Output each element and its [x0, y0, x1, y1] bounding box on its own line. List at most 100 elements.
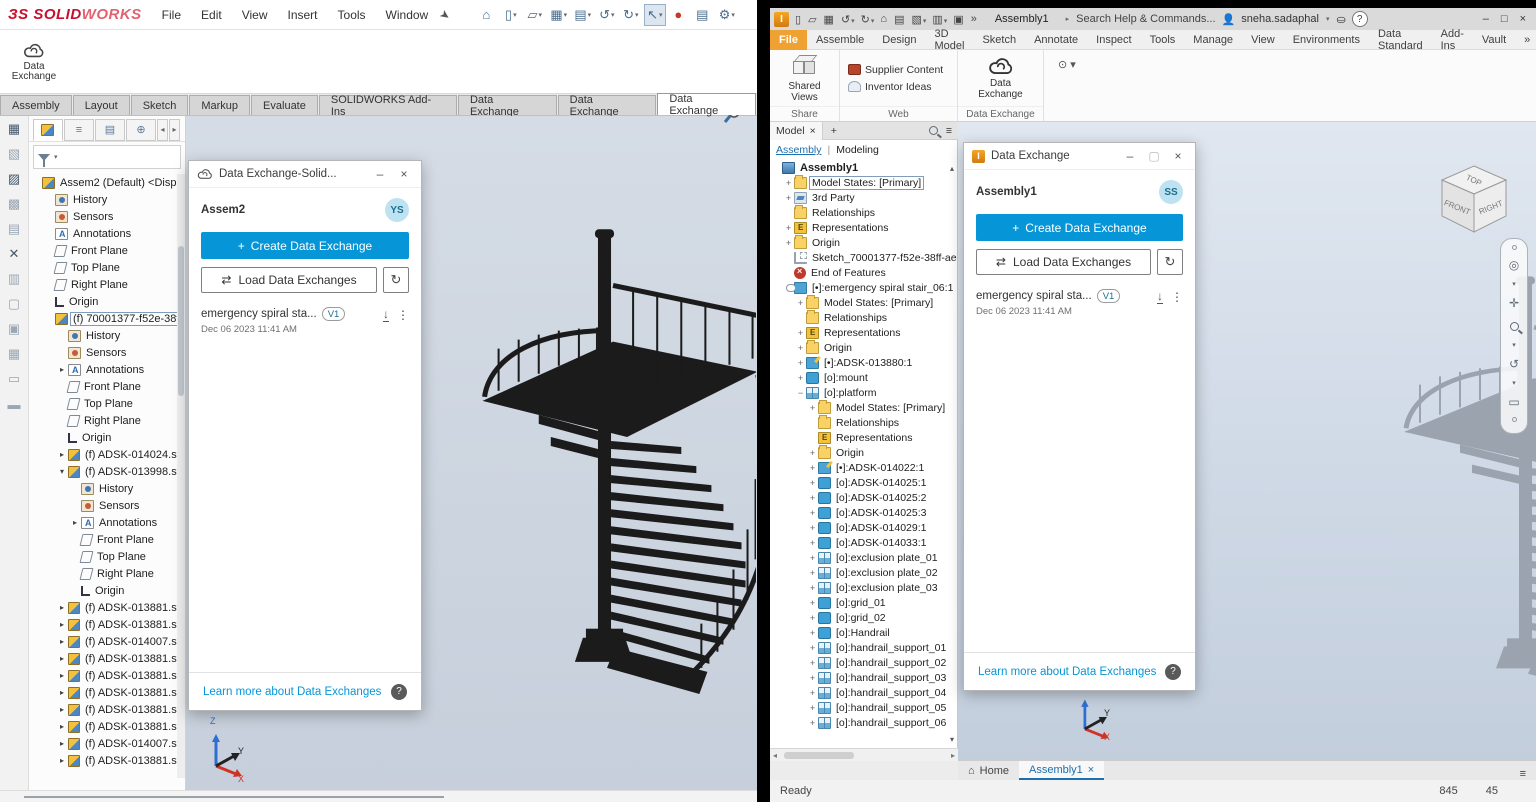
- tree-item[interactable]: Sketch_70001377-f52e-38ff-ae29-c2: [770, 250, 957, 265]
- save-icon[interactable]: ▦: [824, 13, 836, 26]
- user-avatar[interactable]: SS: [1159, 180, 1183, 204]
- tree-item[interactable]: +[o]:exclusion plate_02: [770, 565, 957, 580]
- command-tab[interactable]: Data Exchange: [458, 95, 557, 115]
- pan-icon[interactable]: ✛: [1509, 295, 1519, 311]
- new-document-icon[interactable]: ▯: [795, 13, 803, 26]
- tree-item[interactable]: +[•]:ADSK-013880:1: [770, 355, 957, 370]
- command-tab[interactable]: Evaluate: [251, 95, 318, 115]
- add-browser-icon[interactable]: +: [823, 125, 845, 137]
- store-icon[interactable]: ⛀: [1336, 13, 1345, 26]
- tree-item[interactable]: +Model States: [Primary]: [770, 295, 957, 310]
- help-icon[interactable]: ?: [1352, 11, 1368, 27]
- tree-item[interactable]: +[o]:grid_02: [770, 610, 957, 625]
- tree-item[interactable]: ▾(f) ADSK-013998.stp<1: [29, 463, 177, 480]
- tree-item[interactable]: ▸(f) ADSK-014007.st: [29, 633, 177, 650]
- ribbon-tab[interactable]: 3D Model: [926, 30, 974, 50]
- panel-header[interactable]: Data Exchange-Solid... – ×: [189, 161, 421, 188]
- tree-item[interactable]: History: [29, 327, 177, 344]
- data-exchange-button[interactable]: Data Exchange: [6, 34, 62, 90]
- hamburger-menu-icon[interactable]: ≡: [946, 125, 952, 137]
- search-help-field[interactable]: Search Help & Commands...: [1076, 13, 1215, 25]
- component-icon[interactable]: ▧: [4, 145, 24, 163]
- tabs-scroll-right-icon[interactable]: ▸: [169, 119, 180, 141]
- ribbon-tab[interactable]: Manage: [1184, 30, 1242, 50]
- tree-item[interactable]: ▸Annotations: [29, 361, 177, 378]
- exchange-list-item[interactable]: emergency spiral sta...V1 Dec 06 2023 11…: [976, 289, 1183, 317]
- tree-item[interactable]: +[o]:ADSK-014025:3: [770, 505, 957, 520]
- zoom-icon[interactable]: [1510, 318, 1519, 334]
- tree-item[interactable]: History: [29, 480, 177, 497]
- tree-item[interactable]: ▸(f) ADSK-014007.st: [29, 735, 177, 752]
- learn-more-link[interactable]: Learn more about Data Exchanges: [203, 686, 381, 698]
- kebab-menu-icon[interactable]: ⋮: [397, 308, 409, 322]
- create-data-exchange-button[interactable]: +Create Data Exchange: [201, 232, 409, 259]
- ribbon-tab[interactable]: Tools: [1141, 30, 1185, 50]
- tree-item[interactable]: ▸(f) ADSK-013881.st: [29, 684, 177, 701]
- command-tab[interactable]: Data Exchange: [657, 93, 756, 115]
- pin-icon[interactable]: ➤: [437, 6, 453, 23]
- tree-item[interactable]: Front Plane: [29, 378, 177, 395]
- tree-item[interactable]: Relationships: [770, 205, 957, 220]
- tree-item[interactable]: +Model States: [Primary]: [770, 400, 957, 415]
- refresh-button[interactable]: ↻: [1157, 249, 1183, 275]
- tree-item[interactable]: Top Plane: [29, 259, 177, 276]
- tree-item[interactable]: ▸(f) ADSK-013881.st: [29, 701, 177, 718]
- command-tab[interactable]: Data Exchange: [558, 95, 657, 115]
- task-pane-icon[interactable]: ▤: [692, 4, 714, 26]
- tree-filter[interactable]: ▾: [33, 145, 181, 169]
- tree-item[interactable]: ▸(f) ADSK-013881.st: [29, 650, 177, 667]
- tabs-scroll-left-icon[interactable]: ◂: [157, 119, 168, 141]
- exchange-list-item[interactable]: emergency spiral sta...V1 Dec 06 2023 11…: [201, 307, 409, 335]
- help-icon[interactable]: ?: [1165, 664, 1181, 680]
- menu-item[interactable]: File: [162, 8, 181, 22]
- navigation-wheel-icon[interactable]: ◎: [1509, 257, 1519, 273]
- undo-icon[interactable]: ↺▾: [841, 13, 856, 26]
- inventor-logo[interactable]: I: [774, 12, 789, 27]
- ribbon-tab[interactable]: Data Standard: [1369, 30, 1432, 50]
- exchange-name[interactable]: emergency spiral sta...: [201, 308, 317, 320]
- help-icon[interactable]: ?: [391, 684, 407, 700]
- open-icon[interactable]: ▱▾: [524, 4, 546, 26]
- tree-item[interactable]: +[o]:ADSK-014025:1: [770, 475, 957, 490]
- command-tab[interactable]: Markup: [189, 95, 250, 115]
- ribbon-tab[interactable]: Annotate: [1025, 30, 1087, 50]
- data-exchange-button[interactable]: Data Exchange: [972, 56, 1030, 101]
- tree-item[interactable]: Right Plane: [29, 412, 177, 429]
- tree-item[interactable]: +[o]:handrail_support_06: [770, 715, 957, 730]
- pattern-icon[interactable]: ▤: [4, 220, 24, 238]
- signed-in-user[interactable]: sneha.sadaphal: [1241, 13, 1319, 25]
- load-data-exchanges-button[interactable]: ⇄Load Data Exchanges: [201, 267, 377, 293]
- undo-icon[interactable]: ↺▾: [596, 4, 618, 26]
- feature-icon[interactable]: ▨: [4, 170, 24, 188]
- minimize-icon[interactable]: –: [1121, 149, 1139, 163]
- tree-item[interactable]: ▸(f) ADSK-013881.st: [29, 667, 177, 684]
- tree-item[interactable]: Relationships: [770, 310, 957, 325]
- exploded-view-icon[interactable]: ▦: [4, 345, 24, 363]
- browser-view-modeling[interactable]: Modeling: [836, 144, 879, 156]
- ribbon-tab[interactable]: Sketch: [973, 30, 1025, 50]
- tree-item[interactable]: +[o]:handrail_support_04: [770, 685, 957, 700]
- ribbon-tab[interactable]: Environments: [1284, 30, 1369, 50]
- ribbon-tab[interactable]: »: [1515, 30, 1536, 50]
- look-at-icon[interactable]: ▭: [1508, 394, 1519, 410]
- appearance-icon[interactable]: ▥▾: [932, 13, 948, 26]
- tree-item[interactable]: +Representations: [770, 220, 957, 235]
- ribbon-tab[interactable]: Inspect: [1087, 30, 1140, 50]
- tree-item[interactable]: Sensors: [29, 208, 177, 225]
- tree-item[interactable]: +[o]:ADSK-014029:1: [770, 520, 957, 535]
- command-tab[interactable]: Assembly: [0, 95, 72, 115]
- tree-item[interactable]: +[o]:mount: [770, 370, 957, 385]
- tree-item[interactable]: Representations: [770, 430, 957, 445]
- redo-icon[interactable]: ↻▾: [861, 13, 876, 26]
- menu-item[interactable]: View: [242, 8, 268, 22]
- tree-item[interactable]: +Origin: [770, 340, 957, 355]
- group-caption[interactable]: Share: [770, 106, 839, 121]
- tree-item[interactable]: −[o]:platform: [770, 385, 957, 400]
- assembly1-tab[interactable]: Assembly1×: [1019, 761, 1104, 780]
- download-icon[interactable]: ↓: [1157, 291, 1163, 304]
- tree-item[interactable]: −[•]:emergency spiral stair_06:1: [770, 280, 957, 295]
- close-icon[interactable]: ×: [1088, 764, 1094, 776]
- group-caption[interactable]: Data Exchange: [958, 106, 1043, 121]
- tree-item[interactable]: Right Plane: [29, 276, 177, 293]
- minimize-icon[interactable]: –: [371, 167, 389, 181]
